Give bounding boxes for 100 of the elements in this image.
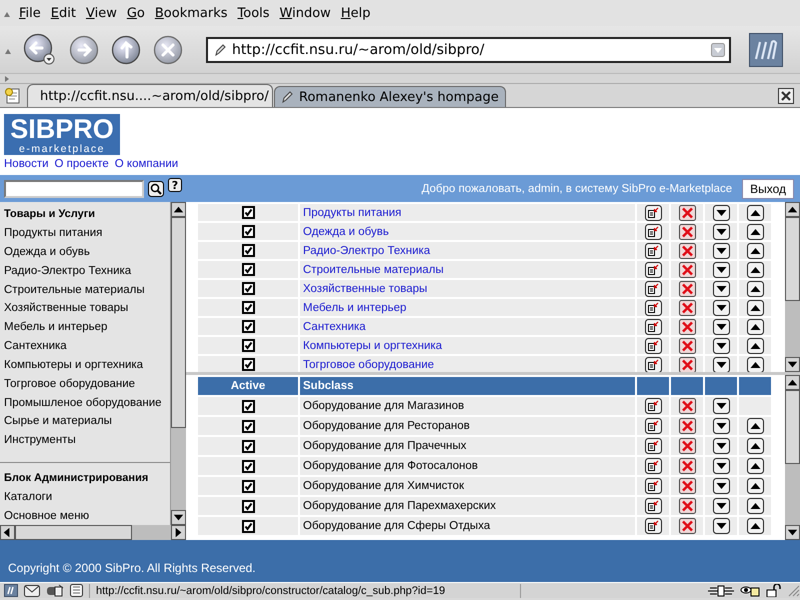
forward-button[interactable] xyxy=(68,34,100,66)
move-down-button[interactable] xyxy=(712,280,730,296)
move-up-button[interactable] xyxy=(746,418,764,434)
logo-icon[interactable] xyxy=(749,32,783,66)
edit-button[interactable] xyxy=(644,478,662,494)
checkbox[interactable] xyxy=(242,480,254,493)
site-logo[interactable]: SIBPRO e-marketplace xyxy=(4,114,120,155)
move-up-button[interactable] xyxy=(746,518,764,534)
category-link[interactable]: Продукты питания xyxy=(303,206,402,218)
scrollbar[interactable] xyxy=(171,202,186,525)
checkbox[interactable] xyxy=(242,225,254,238)
scroll-up-button[interactable] xyxy=(171,202,186,217)
sidebar-item[interactable]: Каталоги xyxy=(4,487,170,506)
edit-button[interactable] xyxy=(644,242,662,258)
mail-icon[interactable] xyxy=(24,584,40,596)
checkbox[interactable] xyxy=(242,339,254,352)
checkbox[interactable] xyxy=(242,206,254,219)
category-link[interactable]: Компьютеры и оргтехника xyxy=(303,340,442,352)
sidebar-item[interactable]: Промышленое оборудование xyxy=(4,393,170,412)
move-up-button[interactable] xyxy=(746,458,764,474)
checkbox[interactable] xyxy=(242,460,254,473)
edit-button[interactable] xyxy=(644,300,662,316)
checkbox[interactable] xyxy=(242,400,254,413)
move-down-button[interactable] xyxy=(712,242,730,258)
move-down-button[interactable] xyxy=(712,224,730,240)
edit-button[interactable] xyxy=(644,224,662,240)
browser-tab[interactable]: http://ccfit.nsu....~arom/old/sibpro/ xyxy=(27,84,273,107)
move-up-button[interactable] xyxy=(746,280,764,296)
delete-button[interactable] xyxy=(678,458,696,474)
move-down-button[interactable] xyxy=(712,418,730,434)
scroll-up-button[interactable] xyxy=(785,202,800,217)
edit-button[interactable] xyxy=(644,280,662,296)
move-up-button[interactable] xyxy=(746,204,764,220)
delete-button[interactable] xyxy=(678,280,696,296)
move-down-button[interactable] xyxy=(712,204,730,220)
grip-icon[interactable] xyxy=(4,74,10,82)
browser-tab[interactable]: Romanenko Alexey's hompage xyxy=(274,86,506,107)
checkbox[interactable] xyxy=(242,320,254,333)
scroll-up-button[interactable] xyxy=(785,375,800,390)
sidebar-item[interactable]: Радио-Электро Техника xyxy=(4,261,170,280)
move-down-button[interactable] xyxy=(712,338,730,354)
new-tab-icon[interactable] xyxy=(4,87,22,105)
help-button[interactable]: ? xyxy=(168,178,182,192)
checkbox[interactable] xyxy=(242,358,254,371)
edit-button[interactable] xyxy=(644,338,662,354)
move-up-button[interactable] xyxy=(746,498,764,514)
edit-button[interactable] xyxy=(644,356,662,372)
dropdown-button[interactable] xyxy=(711,42,725,56)
sidebar-item[interactable]: Компьютеры и оргтехника xyxy=(4,356,170,374)
move-down-button[interactable] xyxy=(712,458,730,474)
move-down-button[interactable] xyxy=(712,498,730,514)
sidebar-item[interactable]: Сырье и материалы xyxy=(4,412,170,431)
nav-link[interactable]: Новости xyxy=(4,158,49,170)
category-link[interactable]: Одежда и обувь xyxy=(303,226,389,238)
move-down-button[interactable] xyxy=(712,398,730,414)
notepad-icon[interactable] xyxy=(70,584,83,597)
edit-button[interactable] xyxy=(644,204,662,220)
unlocked-padlock-icon[interactable] xyxy=(766,584,782,597)
delete-button[interactable] xyxy=(678,398,696,414)
reload-button[interactable] xyxy=(110,34,142,66)
search-button[interactable] xyxy=(148,180,164,196)
move-up-button[interactable] xyxy=(746,300,764,316)
edit-button[interactable] xyxy=(644,398,662,414)
delete-button[interactable] xyxy=(678,356,696,372)
scroll-down-button[interactable] xyxy=(785,525,800,540)
move-up-button[interactable] xyxy=(746,338,764,354)
category-link[interactable]: Хозяйственные товары xyxy=(303,282,428,294)
address-field[interactable]: http://ccfit.nsu.ru/~arom/old/sibpro/ xyxy=(206,36,731,62)
edit-button[interactable] xyxy=(644,318,662,334)
delete-button[interactable] xyxy=(678,318,696,334)
browser-icon[interactable] xyxy=(4,584,18,597)
move-up-button[interactable] xyxy=(746,356,764,372)
menu-item[interactable]: Tools xyxy=(232,6,275,20)
checkbox[interactable] xyxy=(242,244,254,257)
nav-link[interactable]: О компании xyxy=(114,158,178,170)
edit-button[interactable] xyxy=(644,262,662,278)
sidebar-item[interactable]: Инструменты xyxy=(4,430,170,450)
edit-button[interactable] xyxy=(644,498,662,514)
sidebar-item[interactable]: Основное меню xyxy=(4,506,170,525)
delete-button[interactable] xyxy=(678,338,696,354)
close-button[interactable] xyxy=(778,88,794,104)
resize-grip-icon[interactable] xyxy=(788,584,800,597)
delete-button[interactable] xyxy=(678,478,696,494)
nav-link[interactable]: О проекте xyxy=(54,158,109,170)
sidebar-item[interactable]: Одежда и обувь xyxy=(4,242,170,262)
checkbox[interactable] xyxy=(242,500,254,513)
edit-button[interactable] xyxy=(644,418,662,434)
scroll-down-button[interactable] xyxy=(785,357,800,372)
eye-icon[interactable] xyxy=(740,584,760,596)
delete-button[interactable] xyxy=(678,262,696,278)
scrollbar[interactable] xyxy=(0,525,186,540)
move-up-button[interactable] xyxy=(746,224,764,240)
edit-button[interactable] xyxy=(644,518,662,534)
category-link[interactable]: Сантехника xyxy=(303,320,366,332)
move-up-button[interactable] xyxy=(746,262,764,278)
menu-item[interactable]: Edit xyxy=(46,6,81,20)
menu-item[interactable]: Help xyxy=(336,6,376,20)
delete-button[interactable] xyxy=(678,418,696,434)
move-down-button[interactable] xyxy=(712,318,730,334)
sidebar-item[interactable]: Сантехника xyxy=(4,336,170,356)
